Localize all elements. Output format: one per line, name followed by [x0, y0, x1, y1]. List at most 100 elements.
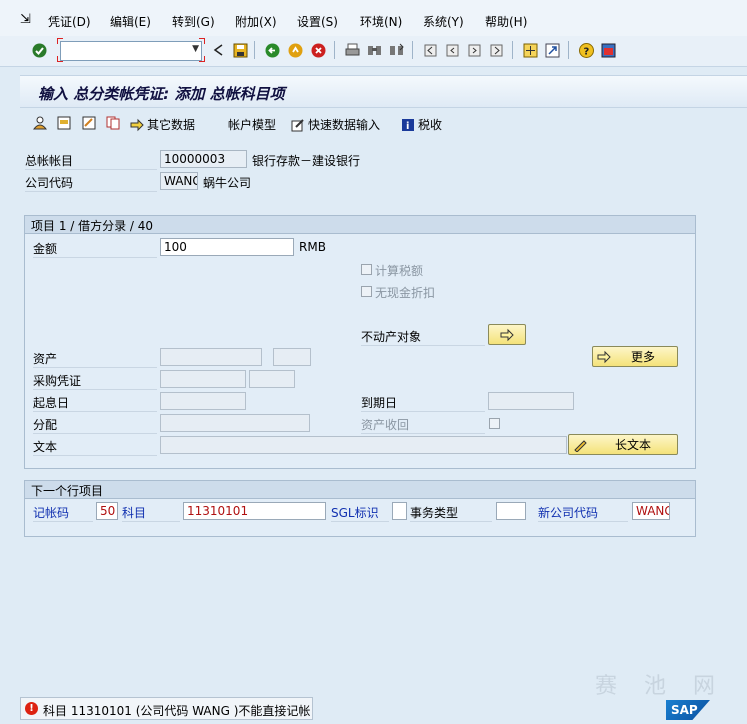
svg-text:i: i: [406, 121, 409, 132]
tax-button[interactable]: i 税收: [401, 116, 442, 133]
assignment-field[interactable]: [160, 414, 310, 432]
menu-edit[interactable]: 编辑(E): [110, 13, 151, 30]
po-field[interactable]: [160, 370, 246, 388]
value-date-field[interactable]: [160, 392, 246, 410]
customize-layout-icon[interactable]: [600, 42, 616, 58]
text-field[interactable]: [160, 436, 567, 454]
asset-retirement-checkbox[interactable]: [489, 418, 500, 429]
posting-key-field[interactable]: 50: [96, 502, 118, 520]
more-button[interactable]: 更多: [592, 346, 678, 367]
menu-help[interactable]: 帮助(H): [485, 13, 527, 30]
sgl-field[interactable]: [392, 502, 407, 520]
arrow-right-icon: [130, 118, 144, 132]
fast-entry-label: 快速数据输入: [308, 118, 381, 132]
sgl-label: SGL标识: [331, 504, 389, 522]
shortcut-icon[interactable]: [544, 42, 560, 58]
company-code-label: 公司代码: [25, 174, 157, 192]
focus-marker: [57, 56, 63, 62]
help-icon[interactable]: ?: [578, 42, 594, 58]
next-page-icon[interactable]: [466, 42, 482, 58]
account-field[interactable]: 11310101: [183, 502, 326, 520]
print-icon[interactable]: [344, 42, 360, 58]
enter-checkmark-icon[interactable]: [31, 42, 47, 58]
sap-logo: SAP: [666, 700, 710, 720]
asset-subnumber-field[interactable]: [273, 348, 311, 366]
po-label: 采购凭证: [33, 372, 157, 390]
chevron-down-icon[interactable]: ▼: [192, 44, 199, 54]
calc-tax-checkbox[interactable]: [361, 264, 372, 275]
save-previous-icon[interactable]: [210, 42, 226, 58]
page-title: 输入 总分类帐凭证: 添加 总帐科目项: [38, 85, 285, 103]
menu-document[interactable]: 凭证(D): [48, 13, 91, 30]
gl-account-field[interactable]: 10000003: [160, 150, 247, 168]
real-estate-button[interactable]: [488, 324, 526, 345]
menu-system[interactable]: 系统(Y): [423, 13, 464, 30]
value-date-label: 起息日: [33, 394, 157, 412]
long-text-button[interactable]: 长文本: [568, 434, 678, 455]
last-page-icon[interactable]: [488, 42, 504, 58]
gl-account-label: 总帐帐目: [25, 152, 157, 170]
save-icon[interactable]: [232, 42, 248, 58]
new-company-code-label: 新公司代码: [538, 504, 628, 522]
first-page-icon[interactable]: [422, 42, 438, 58]
asset-label: 资产: [33, 350, 157, 368]
po-item-field[interactable]: [249, 370, 295, 388]
menu-settings[interactable]: 设置(S): [297, 13, 338, 30]
long-text-button-label: 长文本: [615, 438, 652, 452]
previous-page-icon[interactable]: [444, 42, 460, 58]
assignment-label: 分配: [33, 416, 157, 434]
menu-extras[interactable]: 附加(X): [235, 13, 277, 30]
fast-entry-button[interactable]: 快速数据输入: [291, 116, 380, 133]
command-input[interactable]: [61, 42, 185, 58]
menu-exit-icon[interactable]: ⇲: [20, 12, 31, 27]
cancel-icon[interactable]: [310, 42, 326, 58]
next-item-group-header: 下一个行项目: [25, 481, 695, 499]
text-label: 文本: [33, 438, 157, 456]
find-icon[interactable]: [366, 42, 382, 58]
no-discount-checkbox[interactable]: [361, 286, 372, 297]
change-document-button[interactable]: [82, 116, 96, 130]
status-message: 科目 11310101 (公司代码 WANG )不能直接记帐: [43, 704, 311, 718]
gl-account-text: 银行存款－建设银行: [252, 154, 361, 168]
document-overview-button[interactable]: [57, 116, 71, 130]
real-estate-label: 不动产对象: [361, 328, 485, 346]
display-user-button[interactable]: [32, 116, 48, 130]
focus-marker: [199, 38, 205, 44]
next-item-group-title: 下一个行项目: [31, 484, 104, 498]
menu-bar: ⇲ 凭证(D) 编辑(E) 转到(G) 附加(X) 设置(S) 环境(N) 系统…: [0, 0, 747, 36]
more-button-label: 更多: [631, 350, 656, 364]
user-icon: [32, 116, 48, 130]
exit-icon[interactable]: [287, 42, 303, 58]
company-name-text: 蜗牛公司: [203, 176, 252, 190]
no-discount-label: 无现金折扣: [375, 286, 436, 300]
company-code-field[interactable]: WANG: [160, 172, 198, 190]
currency-text: RMB: [299, 240, 326, 254]
command-field[interactable]: ▼: [60, 41, 202, 61]
new-company-code-field[interactable]: WANG: [632, 502, 670, 520]
error-icon: !: [25, 702, 38, 715]
item-group-header: 项目 1 / 借方分录 / 40: [25, 216, 695, 234]
account-label: 科目: [122, 504, 180, 522]
find-next-icon[interactable]: [388, 42, 404, 58]
status-bar[interactable]: ! 科目 11310101 (公司代码 WANG )不能直接记帐: [20, 697, 313, 720]
asset-retirement-label: 资产收回: [361, 416, 485, 434]
edit-pencil-icon: [291, 118, 305, 132]
asset-field[interactable]: [160, 348, 262, 366]
copy-document-button[interactable]: [106, 116, 120, 130]
transaction-type-label: 事务类型: [410, 504, 492, 522]
create-session-icon[interactable]: [522, 42, 538, 58]
amount-field[interactable]: 100: [160, 238, 294, 256]
posting-key-label: 记帐码: [33, 504, 93, 522]
menu-environment[interactable]: 环境(N): [360, 13, 402, 30]
copy-icon: [106, 116, 120, 130]
menu-goto[interactable]: 转到(G): [172, 13, 215, 30]
arrow-right-icon: [500, 328, 514, 342]
info-icon: i: [401, 118, 415, 132]
back-icon[interactable]: [264, 42, 280, 58]
due-date-field[interactable]: [488, 392, 574, 410]
account-model-button[interactable]: 帐户模型: [228, 116, 276, 133]
watermark-text: 赛 池 网: [595, 674, 725, 699]
other-data-button[interactable]: 其它数据: [130, 116, 195, 133]
amount-label: 金额: [33, 240, 157, 258]
transaction-type-field[interactable]: [496, 502, 526, 520]
